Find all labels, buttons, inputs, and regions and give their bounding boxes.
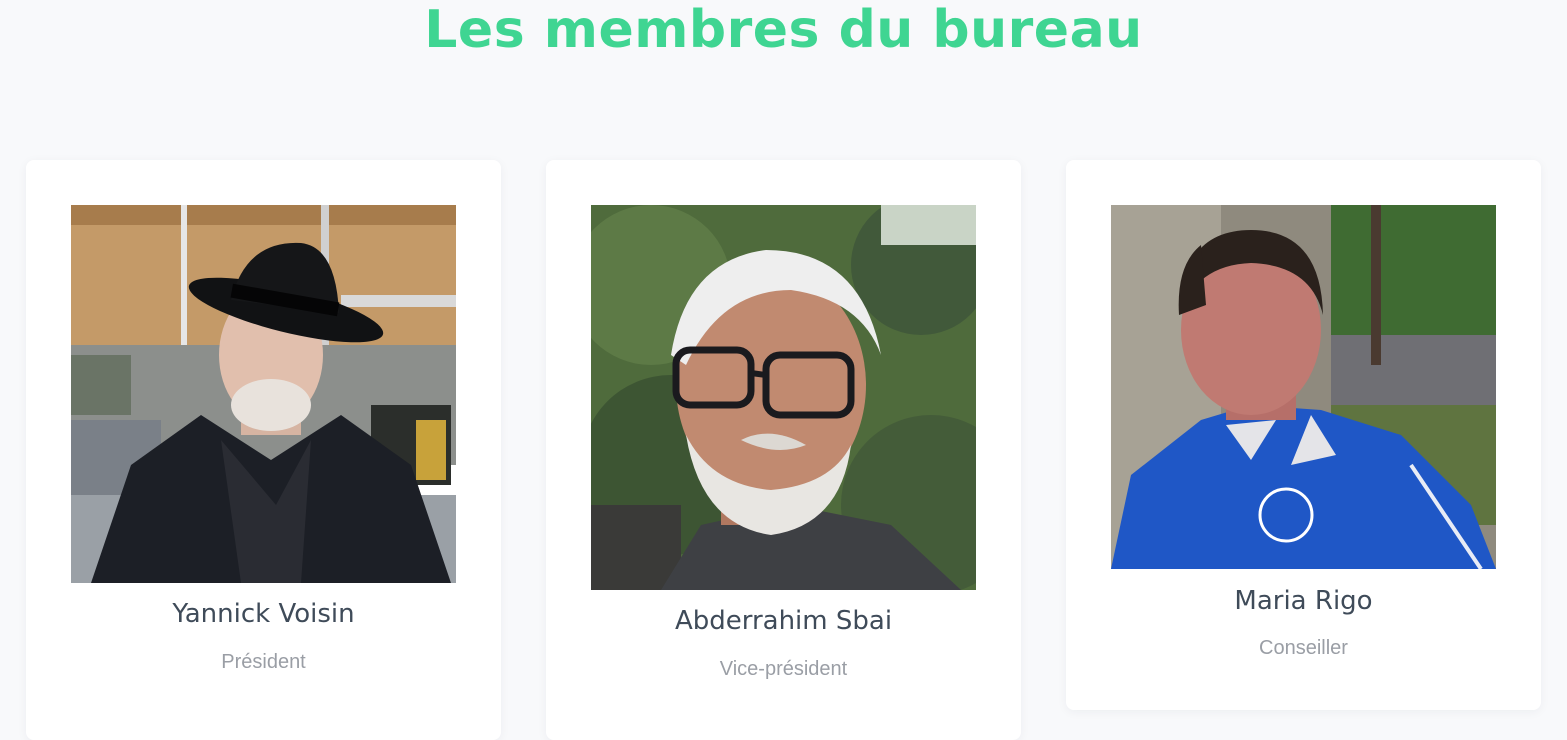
member-name: Maria Rigo: [1234, 586, 1373, 616]
member-role: Président: [221, 651, 306, 673]
portrait-woman-blue-jacket-icon: [1111, 205, 1496, 569]
member-photo: [591, 205, 976, 590]
member-photo: [1111, 205, 1496, 569]
member-name: Yannick Voisin: [172, 599, 355, 629]
member-role: Vice-président: [719, 658, 848, 680]
member-name: Abderrahim Sbai: [674, 606, 893, 636]
member-card: Yannick Voisin Président: [26, 160, 501, 740]
portrait-man-glasses-icon: [591, 205, 976, 590]
member-card: Abderrahim Sbai Vice-président: [546, 160, 1021, 740]
member-photo: [71, 205, 456, 583]
member-card: Maria Rigo Conseiller: [1066, 160, 1541, 710]
section-title: Les membres du bureau: [424, 0, 1143, 60]
member-role: Conseiller: [1259, 637, 1348, 659]
portrait-man-black-hat-icon: [71, 205, 456, 583]
